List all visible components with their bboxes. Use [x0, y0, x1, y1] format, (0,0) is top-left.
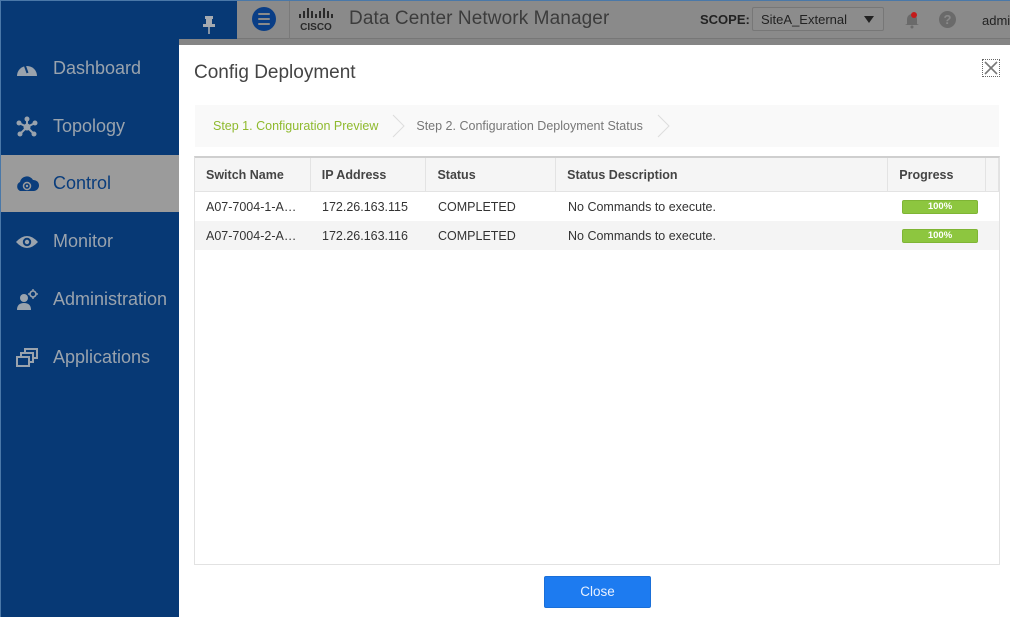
sidebar-item-label: Monitor: [53, 231, 114, 251]
chevron-down-icon: [864, 16, 874, 23]
step-configuration-preview[interactable]: Step 1. Configuration Preview: [195, 105, 392, 147]
sidebar: Dashboard Topology Control Monitor Admin…: [1, 1, 179, 617]
sidebar-item-label: Administration: [53, 289, 168, 309]
cell-status-description: No Commands to execute.: [568, 199, 716, 214]
progress-label: 100%: [927, 200, 953, 212]
topology-icon: [15, 115, 39, 139]
pin-icon[interactable]: [201, 15, 217, 35]
cisco-logo-icon: CISCO: [297, 7, 339, 33]
cell-status: COMPLETED: [438, 228, 516, 243]
progress-label: 100%: [927, 229, 953, 241]
sidebar-item-dashboard[interactable]: Dashboard: [1, 40, 179, 97]
table-row[interactable]: A07-7004-2-A… 172.26.163.116 COMPLETED N…: [195, 221, 999, 250]
cell-progress: 100%: [890, 192, 988, 221]
sidebar-top-bar: [1, 1, 237, 43]
admin-user-gear-icon: [15, 288, 39, 312]
user-menu[interactable]: admin: [982, 13, 1010, 28]
progress-bar: 100%: [902, 199, 978, 214]
help-icon[interactable]: ?: [939, 11, 956, 28]
scope-select[interactable]: SiteA_External: [752, 7, 884, 31]
close-button[interactable]: Close: [544, 576, 651, 608]
column-header-status-description[interactable]: Status Description: [556, 158, 889, 191]
sidebar-item-label: Control: [53, 173, 112, 193]
scope-value: SiteA_External: [761, 12, 847, 27]
progress-bar: 100%: [902, 228, 978, 243]
eye-icon: [15, 230, 39, 254]
dashboard-gauge-icon: [15, 57, 39, 81]
close-icon[interactable]: [982, 59, 1000, 77]
column-header-ip-address[interactable]: IP Address: [311, 158, 427, 191]
cell-progress: 100%: [890, 221, 988, 250]
control-cloud-icon: [15, 172, 39, 196]
wizard-steps: Step 1. Configuration Preview Step 2. Co…: [195, 105, 999, 147]
applications-windows-icon: [15, 346, 39, 370]
step-chevron-icon: [657, 105, 671, 147]
table-row[interactable]: A07-7004-1-A… 172.26.163.115 COMPLETED N…: [195, 192, 999, 221]
sidebar-item-label: Dashboard: [53, 58, 142, 78]
column-header-status[interactable]: Status: [426, 158, 557, 191]
column-header-switch-name[interactable]: Switch Name: [195, 158, 311, 191]
cell-status: COMPLETED: [438, 199, 516, 214]
svg-text:CISCO: CISCO: [300, 22, 332, 33]
cell-status-description: No Commands to execute.: [568, 228, 716, 243]
table-header: Switch Name IP Address Status Status Des…: [195, 158, 999, 192]
sidebar-item-administration[interactable]: Administration: [1, 271, 179, 328]
scope-label: SCOPE:: [700, 12, 750, 27]
column-header-spacer: [986, 158, 999, 191]
step-chevron-icon: [392, 105, 406, 147]
notification-bell-icon[interactable]: [904, 11, 920, 29]
sidebar-item-monitor[interactable]: Monitor: [1, 213, 179, 270]
cell-ip-address: 172.26.163.116: [322, 228, 408, 243]
column-header-progress[interactable]: Progress: [888, 158, 987, 191]
sidebar-item-applications[interactable]: Applications: [1, 329, 179, 386]
sidebar-item-topology[interactable]: Topology: [1, 98, 179, 155]
top-header: CISCO Data Center Network Manager SCOPE:…: [237, 1, 1010, 39]
hamburger-menu-icon[interactable]: [252, 7, 276, 31]
dialog-title: Config Deployment: [194, 62, 356, 83]
cell-switch-name: A07-7004-1-A…: [206, 199, 297, 214]
cell-switch-name: A07-7004-2-A…: [206, 228, 297, 243]
sidebar-item-label: Topology: [53, 116, 126, 136]
header-divider: [289, 1, 290, 39]
sidebar-item-label: Applications: [53, 347, 151, 367]
sidebar-item-control[interactable]: Control: [1, 155, 179, 212]
deployment-status-table: Switch Name IP Address Status Status Des…: [194, 156, 1000, 565]
step-deployment-status[interactable]: Step 2. Configuration Deployment Status: [406, 105, 657, 147]
app-title: Data Center Network Manager: [349, 8, 610, 29]
config-deployment-dialog: Config Deployment Step 1. Configuration …: [179, 45, 1010, 617]
cell-ip-address: 172.26.163.115: [322, 199, 408, 214]
